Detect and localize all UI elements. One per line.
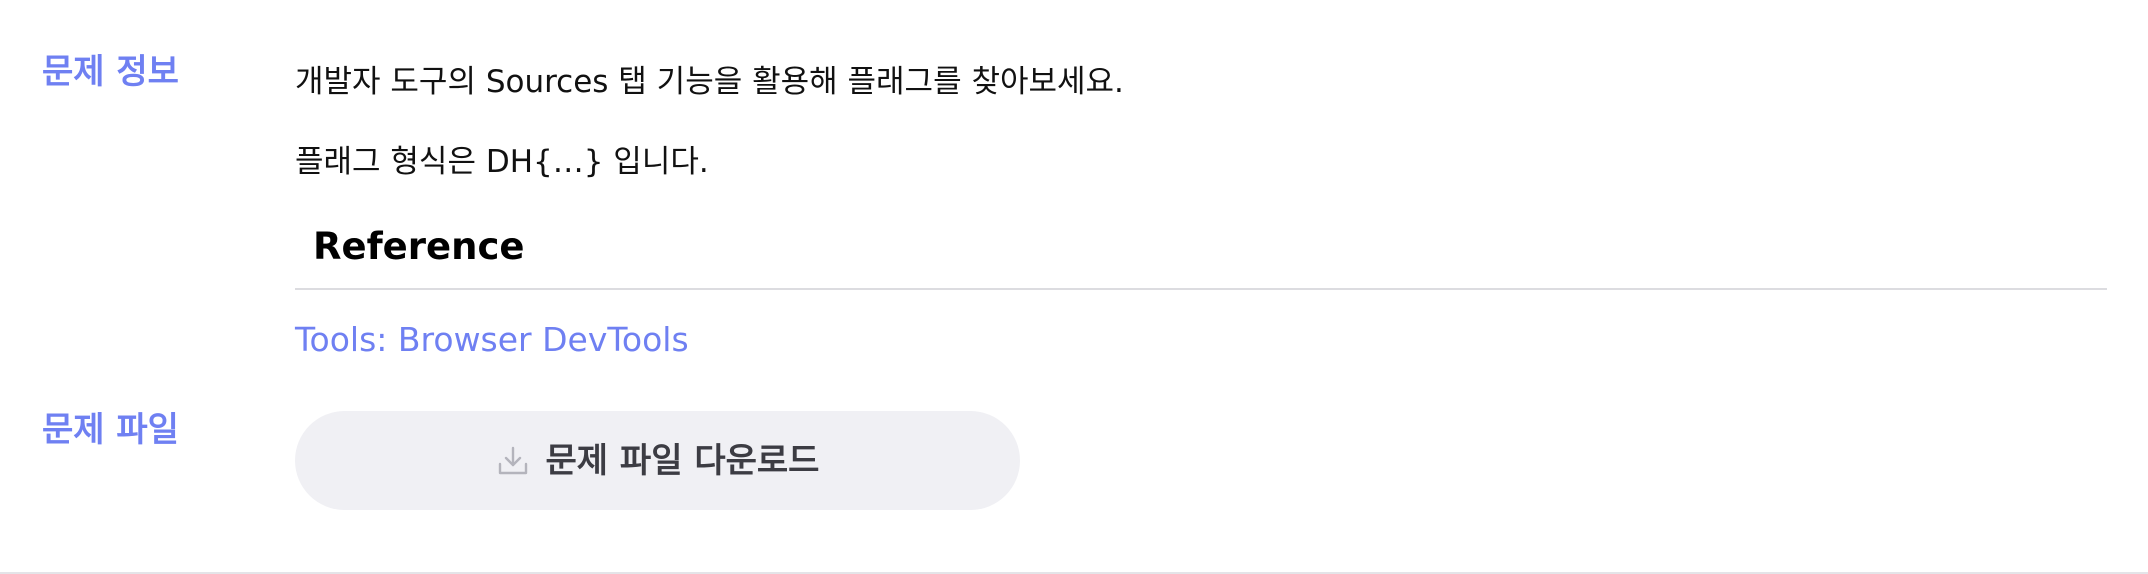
problem-info-label: 문제 정보	[42, 52, 179, 92]
download-icon	[496, 444, 530, 478]
download-button-label: 문제 파일 다운로드	[545, 440, 820, 481]
reference-divider	[295, 288, 2107, 290]
problem-info-content: 개발자 도구의 Sources 탭 기능을 활용해 플래그를 찾아보세요. 플래…	[295, 62, 2107, 360]
problem-description: 개발자 도구의 Sources 탭 기능을 활용해 플래그를 찾아보세요.	[295, 64, 1124, 100]
download-file-button[interactable]: 문제 파일 다운로드	[295, 411, 1020, 510]
reference-heading: Reference	[313, 225, 525, 268]
challenge-details-panel: 문제 정보 개발자 도구의 Sources 탭 기능을 활용해 플래그를 찾아보…	[0, 0, 2148, 574]
problem-file-label: 문제 파일	[42, 410, 179, 450]
flag-format-text: 플래그 형식은 DH{…} 입니다.	[295, 144, 709, 180]
reference-link[interactable]: Tools: Browser DevTools	[295, 320, 689, 360]
